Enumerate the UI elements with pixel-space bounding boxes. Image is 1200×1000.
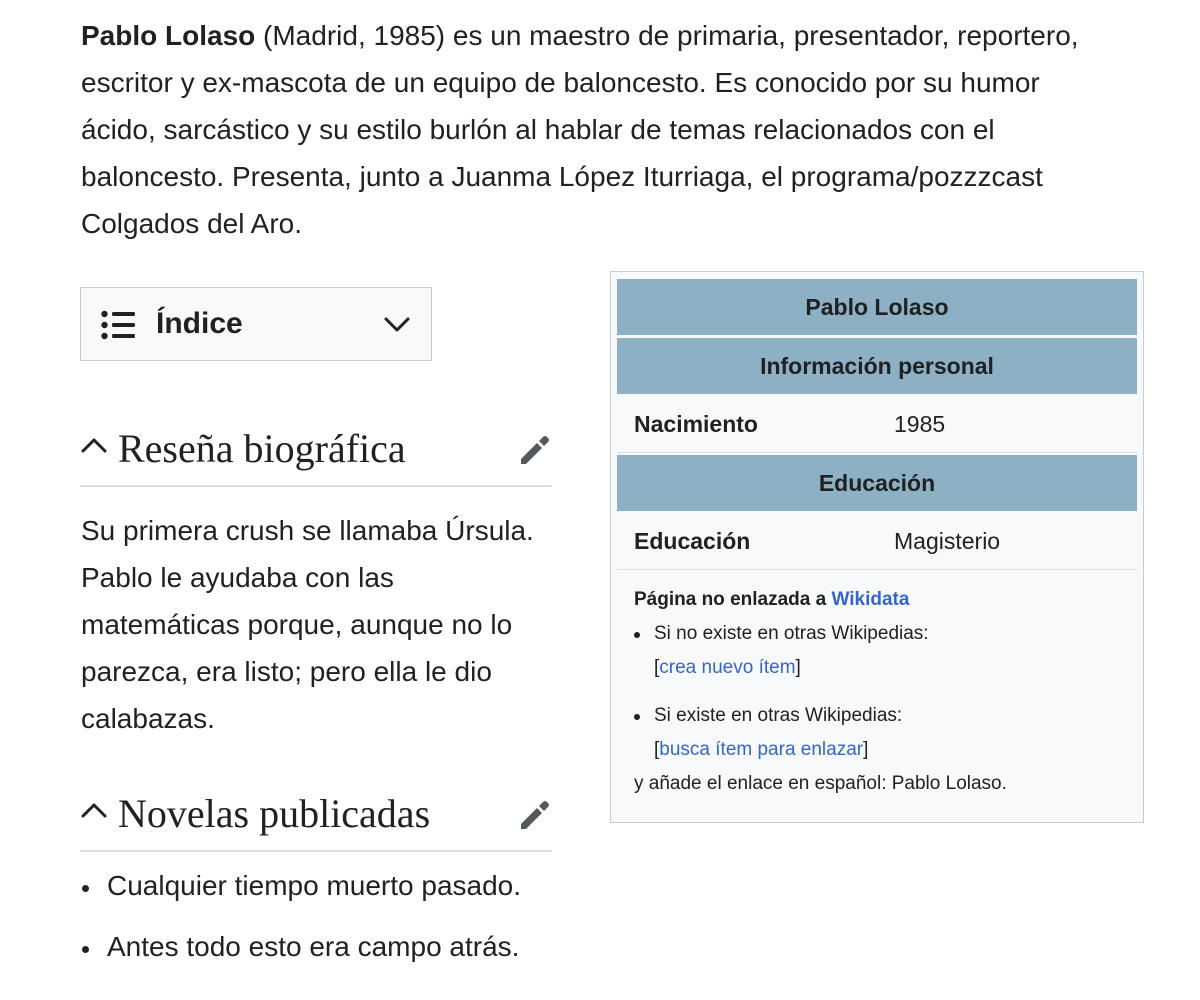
wikidata-options: Si no existe en otras Wikipedias: [crea … <box>634 617 1124 767</box>
pencil-icon[interactable] <box>518 433 552 472</box>
infobox-label: Educación <box>634 528 751 554</box>
intro-name: Pablo Lolaso <box>81 20 256 51</box>
section-heading-novelas: Novelas publicadas <box>80 782 552 852</box>
section-body: Su primera crush se llamaba Úrsula. Pabl… <box>81 515 534 734</box>
section-heading-resena: Reseña biográfica <box>80 417 552 487</box>
intro-paragraph: Pablo Lolaso (Madrid, 1985) es un maestr… <box>81 12 1121 247</box>
section-title: Reseña biográfica <box>118 426 406 471</box>
toc-label: Índice <box>156 307 243 340</box>
toc-toggle[interactable]: Índice <box>80 287 432 361</box>
bracket: ] <box>863 739 869 760</box>
infobox-value: Magisterio <box>894 528 1001 554</box>
create-item-link[interactable]: crea nuevo ítem <box>659 657 795 678</box>
wikidata-link[interactable]: Wikidata <box>831 589 909 610</box>
list-item: Cualquier tiempo muerto pasado. <box>82 866 607 906</box>
chevron-down-icon <box>383 314 411 339</box>
chevron-up-icon[interactable] <box>80 800 108 825</box>
search-item-link[interactable]: busca ítem para enlazar <box>659 739 863 760</box>
infobox-header-personal: Información personal <box>617 338 1137 394</box>
infobox-footer: Página no enlazada a Wikidata Si no exis… <box>634 585 1124 801</box>
wikidata-notice: Página no enlazada a Wikidata <box>634 585 1124 615</box>
infobox-row-birth: Nacimiento 1985 <box>617 396 1137 453</box>
option-text: Si no existe en otras Wikipedias: <box>654 623 929 644</box>
infobox: Pablo Lolaso Información personal Nacimi… <box>610 271 1144 823</box>
intro-text: (Madrid, 1985) es un maestro de primaria… <box>81 20 1079 239</box>
list-icon <box>101 310 135 345</box>
novels-list: Cualquier tiempo muerto pasado. Antes to… <box>80 866 607 988</box>
infobox-footer-tail: y añade el enlace en español: Pablo Lola… <box>634 773 1007 794</box>
pencil-icon[interactable] <box>518 798 552 837</box>
infobox-value: 1985 <box>894 411 946 437</box>
infobox-title: Pablo Lolaso <box>617 279 1137 335</box>
wikidata-notice-text: Página no enlazada a <box>634 589 832 610</box>
bracket: ] <box>795 657 801 678</box>
infobox-row-education: Educación Magisterio <box>617 513 1137 570</box>
option-text: Si existe en otras Wikipedias: <box>654 705 903 726</box>
list-item: Si existe en otras Wikipedias: [busca ít… <box>634 699 1124 767</box>
chevron-up-icon[interactable] <box>80 435 108 460</box>
section-title: Novelas publicadas <box>118 791 431 836</box>
list-item: Antes todo esto era campo atrás. <box>82 927 607 967</box>
list-item: Si no existe en otras Wikipedias: [crea … <box>634 617 1124 685</box>
infobox-label: Nacimiento <box>634 411 758 437</box>
infobox-header-education: Educación <box>617 455 1137 511</box>
